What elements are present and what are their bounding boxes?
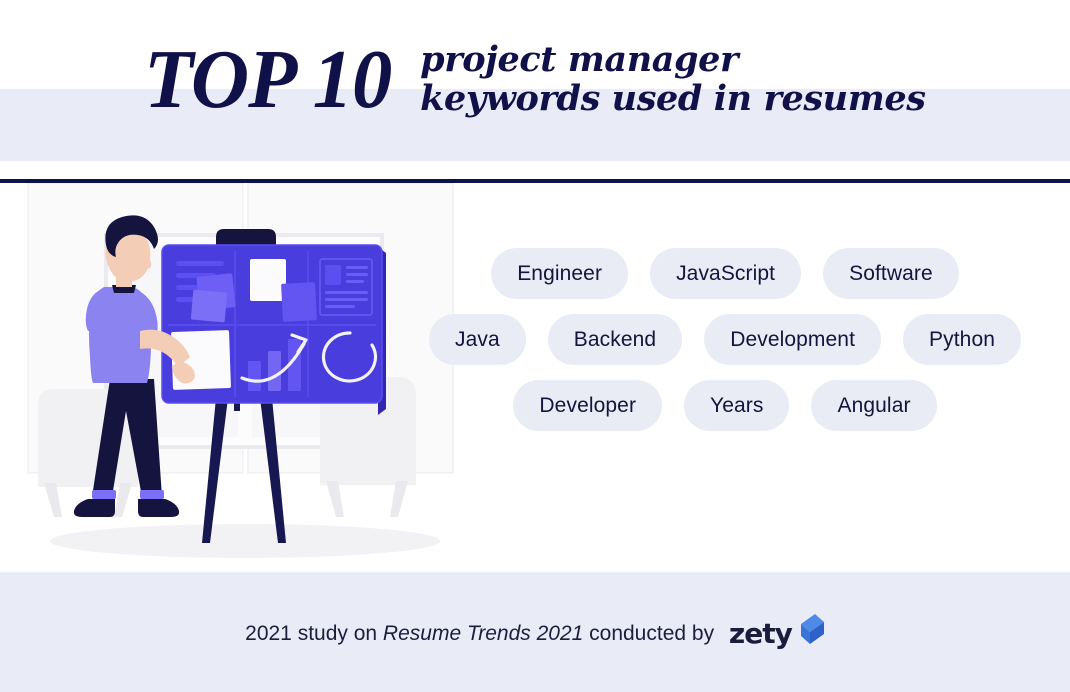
keyword-pill[interactable]: Backend bbox=[547, 314, 683, 365]
zety-arrow-icon bbox=[792, 614, 825, 654]
keyword-pill[interactable]: Software bbox=[823, 248, 959, 299]
zety-logo[interactable]: zety bbox=[729, 614, 825, 654]
keyword-pill[interactable]: Java bbox=[428, 314, 526, 365]
keyword-pill[interactable]: Python bbox=[903, 314, 1022, 365]
footer-attribution: 2021 study on Resume Trends 2021 conduct… bbox=[0, 614, 1070, 654]
zety-wordmark: zety bbox=[728, 617, 793, 650]
keyword-list: Engineer JavaScript Software Java Backen… bbox=[420, 248, 1030, 446]
keyword-row: Engineer JavaScript Software bbox=[420, 248, 1030, 299]
keyword-pill[interactable]: Developer bbox=[513, 380, 663, 431]
keyword-row: Java Backend Development Python bbox=[420, 314, 1030, 365]
footer-text-after: conducted by bbox=[583, 622, 720, 645]
footer-text-before: 2021 study on bbox=[245, 622, 383, 645]
keyword-pill[interactable]: Development bbox=[704, 314, 882, 365]
keyword-pill[interactable]: Angular bbox=[811, 380, 937, 431]
keyword-pill[interactable]: Engineer bbox=[491, 248, 629, 299]
infographic-page: TOP 10 project manager keywords used in … bbox=[0, 0, 1070, 692]
header-band bbox=[0, 89, 1070, 161]
footer-source-title: Resume Trends 2021 bbox=[382, 622, 584, 645]
keyword-pill[interactable]: JavaScript bbox=[650, 248, 802, 299]
illustration bbox=[20, 183, 460, 568]
keyword-row: Developer Years Angular bbox=[420, 380, 1030, 431]
keyword-pill[interactable]: Years bbox=[684, 380, 790, 431]
page-title-secondary-line1: project manager bbox=[420, 39, 738, 80]
